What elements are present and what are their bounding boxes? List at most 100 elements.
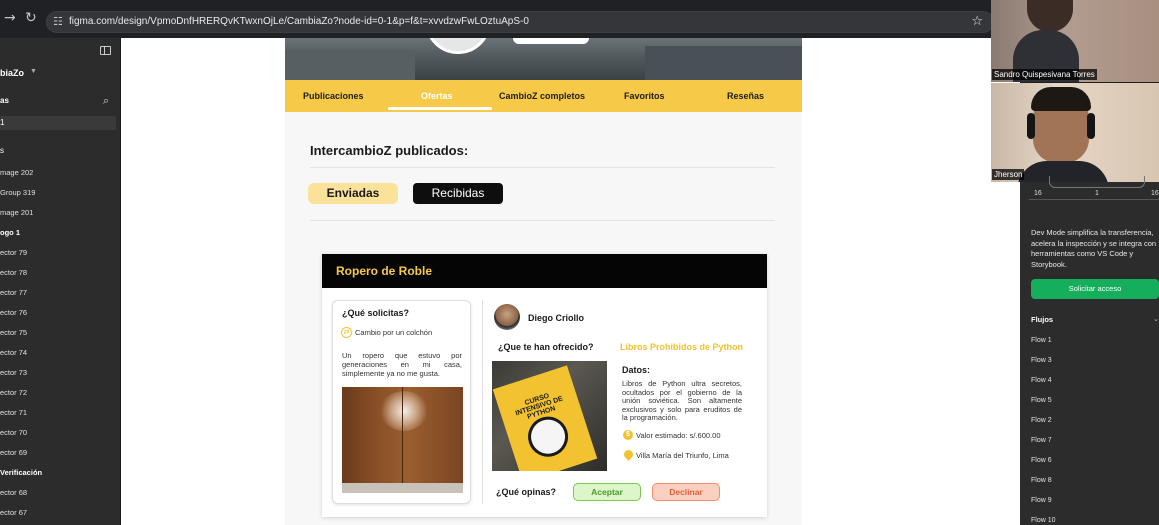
ruler-label: 1 — [1095, 190, 1099, 197]
page-item-selected[interactable]: 1 — [0, 116, 116, 130]
user-avatar — [494, 304, 520, 330]
layer-item[interactable]: ector 78 — [0, 268, 27, 277]
participant-name: Sandro Quispesivana Torres — [992, 69, 1097, 80]
location-pin-icon — [622, 448, 635, 461]
address-bar[interactable]: ☷ figma.com/design/VpmoDnfHRERQvKTwxnOjL… — [46, 11, 994, 33]
headphones-icon — [1027, 113, 1035, 139]
spacing-ruler: 16 1 16 — [1029, 176, 1159, 200]
layer-item[interactable]: ector 69 — [0, 448, 27, 457]
video-tile[interactable]: Jherson — [991, 83, 1159, 182]
flow-item[interactable]: Flow 5 — [1031, 397, 1052, 404]
flow-item[interactable]: Flow 3 — [1031, 357, 1052, 364]
swap-icon: ⇄ — [341, 327, 352, 338]
layer-item[interactable]: ector 67 — [0, 508, 27, 517]
flow-item[interactable]: Flow 8 — [1031, 477, 1052, 484]
tab-cambioz-completos[interactable]: CambioZ completos — [499, 91, 585, 101]
pages-header: as — [0, 96, 9, 105]
layer-item[interactable]: ector 68 — [0, 488, 27, 497]
estimated-value: Valor estimado: s/.600.00 — [636, 431, 721, 440]
item-description: Un ropero que estuvo por generaciones en… — [342, 351, 462, 378]
data-heading: Datos: — [622, 365, 651, 375]
layer-item[interactable]: Group 319 — [0, 188, 35, 197]
layer-item[interactable]: Verificación — [0, 468, 42, 477]
offer-description: Libros de Python ultra secretos, ocultad… — [622, 379, 742, 422]
card-header: Ropero de Roble — [322, 254, 767, 288]
layer-item[interactable]: ector 74 — [0, 348, 27, 357]
page-item-label: 1 — [0, 118, 5, 127]
chevron-down-icon[interactable]: ▼ — [30, 68, 37, 75]
divider — [310, 220, 775, 221]
layers-header: s — [0, 146, 4, 155]
file-name[interactable]: biaZo — [0, 68, 24, 78]
tab-favoritos[interactable]: Favoritos — [624, 91, 665, 101]
banner-building — [645, 46, 802, 80]
chevron-down-icon[interactable]: ⌄ — [1153, 315, 1159, 323]
layer-item[interactable]: ogo 1 — [0, 228, 20, 237]
forward-icon[interactable]: → — [4, 11, 16, 25]
figma-layers-panel: biaZo ▼ as ⌕ 1 s mage 202 Group 319 mage 2… — [0, 38, 121, 525]
layer-item[interactable]: ector 73 — [0, 368, 27, 377]
design-canvas[interactable]: Publicaciones Ofertas CambioZ completos … — [121, 38, 1020, 525]
request-question: ¿Qué solicitas? — [342, 308, 410, 318]
layer-item[interactable]: mage 202 — [0, 168, 33, 177]
browser-toolbar: → ↻ ☷ figma.com/design/VpmoDnfHRERQvKTwx… — [0, 0, 995, 38]
layer-item[interactable]: ector 70 — [0, 428, 27, 437]
accept-button[interactable]: Aceptar — [573, 483, 641, 501]
flow-item[interactable]: Flow 2 — [1031, 417, 1052, 424]
layer-item[interactable]: ector 75 — [0, 328, 27, 337]
layer-item[interactable]: ector 77 — [0, 288, 27, 297]
banner-building — [285, 50, 415, 80]
tab-ofertas[interactable]: Ofertas — [421, 91, 453, 101]
received-toggle-button[interactable]: Recibidas — [413, 183, 503, 204]
profile-avatar — [425, 38, 491, 54]
layer-item[interactable]: ector 71 — [0, 408, 27, 417]
profile-banner — [285, 38, 802, 80]
flow-item[interactable]: Flow 4 — [1031, 377, 1052, 384]
card-title: Ropero de Roble — [336, 264, 433, 278]
layer-item[interactable]: ector 76 — [0, 308, 27, 317]
search-icon[interactable]: ⌕ — [103, 94, 109, 108]
video-tile[interactable]: Sandro Quispesivana Torres — [991, 0, 1159, 82]
participant-name: Jherson — [992, 169, 1025, 180]
tab-publicaciones[interactable]: Publicaciones — [303, 91, 364, 101]
wish-text: Cambio por un colchón — [355, 328, 433, 337]
flow-item[interactable]: Flow 9 — [1031, 497, 1052, 504]
column-divider — [482, 300, 483, 504]
flow-item[interactable]: Flow 1 — [1031, 337, 1052, 344]
closet-photo — [342, 387, 463, 493]
divider — [310, 167, 775, 168]
banner-pill — [513, 38, 589, 44]
ruler-label: 16 — [1034, 190, 1042, 197]
devmode-info: Dev Mode simplifica la transferencia, ac… — [1031, 228, 1157, 269]
flow-item[interactable]: Flow 6 — [1031, 457, 1052, 464]
ruler-label: 16 — [1151, 190, 1159, 197]
layer-item[interactable]: ector 72 — [0, 388, 27, 397]
flows-header: Flujos — [1031, 315, 1054, 324]
tab-resenas[interactable]: Reseñas — [727, 91, 764, 101]
opinion-question: ¿Qué opinas? — [496, 487, 557, 497]
coin-icon: $ — [623, 430, 633, 440]
book-cover: CURSO INTENSIVO DE PYTHON — [492, 365, 598, 471]
site-settings-icon[interactable]: ☷ — [53, 15, 63, 28]
request-access-button[interactable]: Solicitar acceso — [1031, 279, 1159, 299]
reload-icon[interactable]: ↻ — [25, 11, 37, 25]
offer-card: Ropero de Roble ¿Qué solicitas? ⇄ Cambio… — [322, 254, 767, 517]
layer-item[interactable]: mage 201 — [0, 208, 33, 217]
sidebar-toggle-icon[interactable] — [100, 46, 111, 55]
sent-toggle-button[interactable]: Enviadas — [308, 183, 398, 204]
design-frame[interactable]: Publicaciones Ofertas CambioZ completos … — [285, 38, 802, 525]
figma-inspect-panel: 16 1 16 Dev Mode simplifica la transfere… — [1020, 176, 1159, 525]
requested-item-panel: ¿Qué solicitas? ⇄ Cambio por un colchón … — [332, 300, 471, 504]
offer-title: Libros Prohibidos de Python — [620, 342, 744, 352]
layer-item[interactable]: ector 79 — [0, 248, 27, 257]
decline-button[interactable]: Declinar — [652, 483, 720, 501]
section-title: IntercambioZ publicados: — [310, 143, 469, 158]
book-photo: CURSO INTENSIVO DE PYTHON — [492, 361, 607, 471]
location-text: Villa María del Triunfo, Lima — [636, 451, 729, 460]
bookmark-star-icon[interactable]: ☆ — [971, 14, 983, 29]
url-text: figma.com/design/VpmoDnfHRERQvKTwxnOjLe/… — [69, 16, 529, 27]
flow-item[interactable]: Flow 10 — [1031, 517, 1056, 524]
flow-item[interactable]: Flow 7 — [1031, 437, 1052, 444]
user-name: Diego Criollo — [528, 313, 584, 323]
offer-question: ¿Que te han ofrecido? — [498, 342, 594, 352]
